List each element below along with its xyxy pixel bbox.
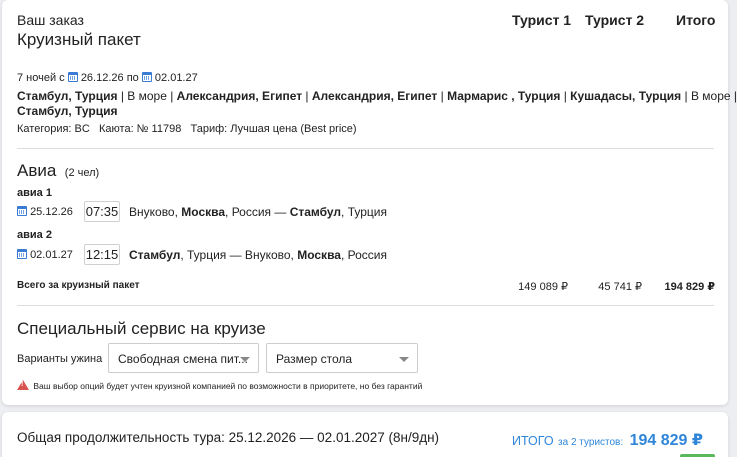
route-segment: Кушадасы, Турция: [570, 89, 682, 103]
nights-text: 7 ночей с: [17, 72, 65, 84]
divider: [17, 305, 714, 306]
flight-route-segment: Стамбул: [289, 205, 342, 219]
calendar-icon: [141, 72, 152, 82]
flight-date-value: 25.12.26: [30, 206, 73, 218]
category-text: Категория: BC: [17, 123, 90, 135]
tour-duration: Общая продолжительность тура: 25.12.2026…: [17, 430, 440, 445]
service-title: Специальный сервис на круизе: [17, 319, 266, 338]
route-segment: | В море |: [117, 89, 177, 103]
flight-route: Внуково, Москва, Россия — Стамбул, Турци…: [129, 205, 387, 219]
itogo-value: 194 829 ₽: [629, 432, 704, 449]
dinner-select[interactable]: Свободная смена пит...: [108, 343, 259, 373]
order-title: Круизный пакет: [17, 30, 141, 49]
flight-time: 07:35: [84, 201, 120, 222]
warning-text: Ваш выбор опций будет учтен круизной ком…: [33, 381, 423, 391]
total-label: Всего за круизный пакет: [17, 280, 140, 291]
table-size-select[interactable]: Размер стола: [266, 343, 418, 373]
col-tourist2: Турист 2: [585, 12, 645, 28]
flight-label: авиа 2: [17, 229, 52, 241]
flight-route-segment: Москва: [297, 248, 341, 262]
flight-date: 25.12.26: [17, 206, 73, 218]
calendar-icon: [17, 249, 27, 259]
cruise-details: Категория: BC Каюта: № 11798 Тариф: Лучш…: [17, 123, 357, 135]
route-segment: Мармарис , Турция: [447, 89, 561, 103]
flight-time: 12:15: [84, 244, 120, 265]
dinner-select-value: Свободная смена пит...: [118, 352, 248, 366]
flight-route-segment: , Турция — Внуково,: [180, 248, 298, 262]
cabin-text: Каюта: № 11798: [99, 123, 182, 135]
route-segment: |: [302, 89, 312, 103]
flight-route-segment: Москва: [181, 205, 226, 219]
cruise-route-end: Стамбул, Турция: [17, 104, 118, 118]
date-to: 02.01.27: [154, 72, 198, 84]
flight-date: 02.01.27: [17, 249, 73, 261]
divider: [17, 148, 714, 149]
itogo-for: за 2 туристов:: [558, 437, 624, 448]
avia-header: Авиа (2 чел): [17, 161, 99, 181]
chevron-down-icon: [240, 357, 250, 362]
flight-route-segment: , Россия —: [225, 205, 290, 219]
table-size-value: Размер стола: [276, 352, 353, 366]
route-segment: |: [560, 89, 571, 103]
total-tourist1: 149 089 ₽: [518, 281, 568, 293]
col-total: Итого: [676, 12, 716, 28]
flight-route-segment: Стамбул: [129, 248, 181, 262]
route-segment: |: [437, 89, 448, 103]
chevron-down-icon: [399, 357, 409, 362]
cruise-dates: 7 ночей с 26.12.26 по 02.01.27: [17, 72, 198, 84]
order-card: Ваш заказ Круизный пакет Турист 1 Турист…: [2, 0, 737, 405]
warning-icon: [17, 380, 29, 390]
flight-route-segment: Внуково,: [129, 205, 182, 219]
total-all: 194 829 ₽: [664, 281, 715, 293]
flight-route: Стамбул, Турция — Внуково, Москва, Росси…: [129, 248, 387, 262]
route-segment: Александрия, Египет: [176, 89, 303, 103]
warning-note: Ваш выбор опций будет учтен круизной ком…: [17, 380, 422, 391]
total-tourist2: 45 741 ₽: [598, 281, 642, 293]
route-segment: | В море |: [681, 89, 737, 103]
footer-card: Общая продолжительность тура: 25.12.2026…: [2, 412, 728, 457]
flight-route-segment: , Россия: [340, 248, 387, 262]
calendar-icon: [67, 72, 78, 82]
dinner-label: Варианты ужина: [17, 353, 103, 365]
date-separator: по: [126, 72, 139, 84]
flight-label: авиа 1: [17, 187, 52, 199]
date-from: 26.12.26: [80, 72, 124, 84]
itogo-label: ИТОГО: [512, 434, 554, 448]
avia-title: Авиа: [17, 161, 57, 180]
route-segment: Стамбул, Турция: [17, 89, 118, 103]
itogo-block: ИТОГО за 2 туристов: 194 829 ₽: [512, 430, 703, 450]
col-tourist1: Турист 1: [512, 12, 572, 28]
route-segment: Александрия, Египет: [311, 89, 438, 103]
cruise-route: Стамбул, Турция | В море | Александрия, …: [17, 89, 737, 103]
calendar-icon: [17, 206, 27, 216]
flight-date-value: 02.01.27: [30, 249, 73, 261]
avia-people: (2 чел): [64, 167, 100, 179]
order-title-small: Ваш заказ: [17, 12, 84, 28]
flight-route-segment: , Турция: [341, 205, 387, 219]
tariff-text: Тариф: Лучшая цена (Best price): [190, 123, 357, 135]
